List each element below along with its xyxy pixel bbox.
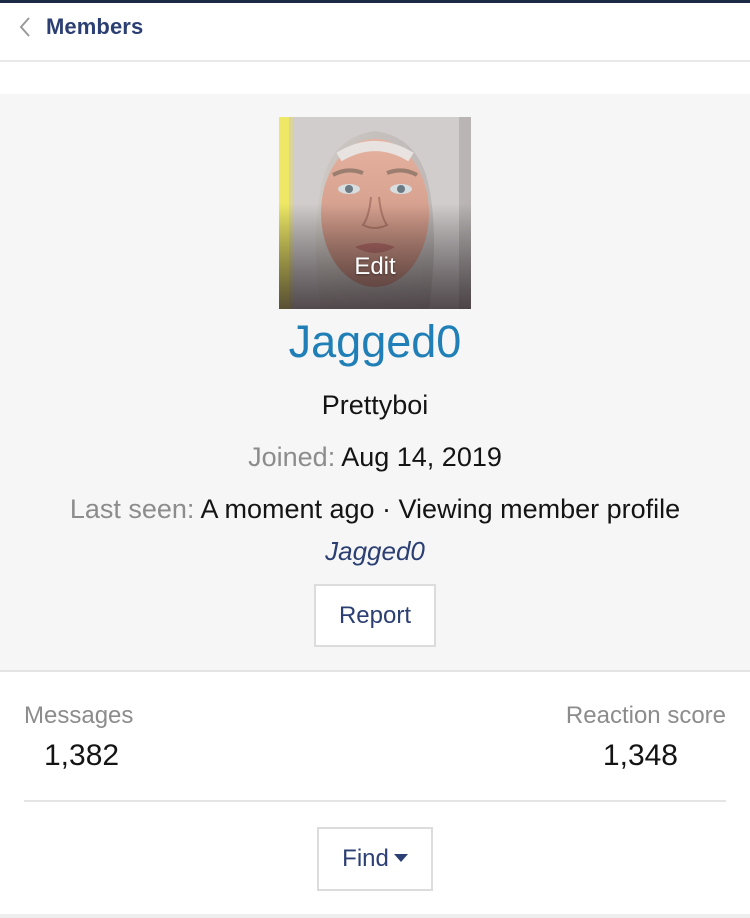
- avatar-edit-label[interactable]: Edit: [279, 253, 471, 281]
- member-username: Jagged0: [288, 316, 462, 367]
- activity-profile-link[interactable]: Jagged0: [0, 536, 750, 567]
- reaction-score-label: Reaction score: [565, 702, 726, 729]
- messages-count[interactable]: 1,382: [44, 739, 119, 773]
- last-seen-value: A moment ago · Viewing member profile: [200, 494, 681, 524]
- report-button[interactable]: Report: [314, 584, 436, 647]
- messages-label: Messages: [24, 702, 134, 729]
- find-button-label: Find: [342, 845, 389, 872]
- member-header: Edit Jagged0 Prettyboi Joined: Aug 14, 2…: [0, 94, 750, 672]
- last-seen-label: Last seen:: [69, 494, 195, 524]
- chevron-left-icon[interactable]: [16, 13, 36, 41]
- reaction-score-count[interactable]: 1,348: [603, 739, 678, 773]
- last-seen-row: Last seen: A moment ago · Viewing member…: [0, 494, 750, 525]
- caret-down-icon: [393, 853, 408, 862]
- breadcrumb-members-link[interactable]: Members: [46, 14, 143, 40]
- joined-date: Aug 14, 2019: [341, 442, 502, 472]
- bottom-divider: [0, 914, 750, 918]
- joined-row: Joined: Aug 14, 2019: [0, 442, 750, 473]
- find-button[interactable]: Find: [317, 827, 433, 891]
- joined-label: Joined:: [248, 442, 336, 472]
- avatar[interactable]: Edit: [279, 117, 471, 309]
- breadcrumb: Members: [0, 3, 750, 62]
- member-stats: Messages 1,382 Reaction score 1,348: [24, 700, 726, 802]
- member-user-title: Prettyboi: [321, 390, 429, 420]
